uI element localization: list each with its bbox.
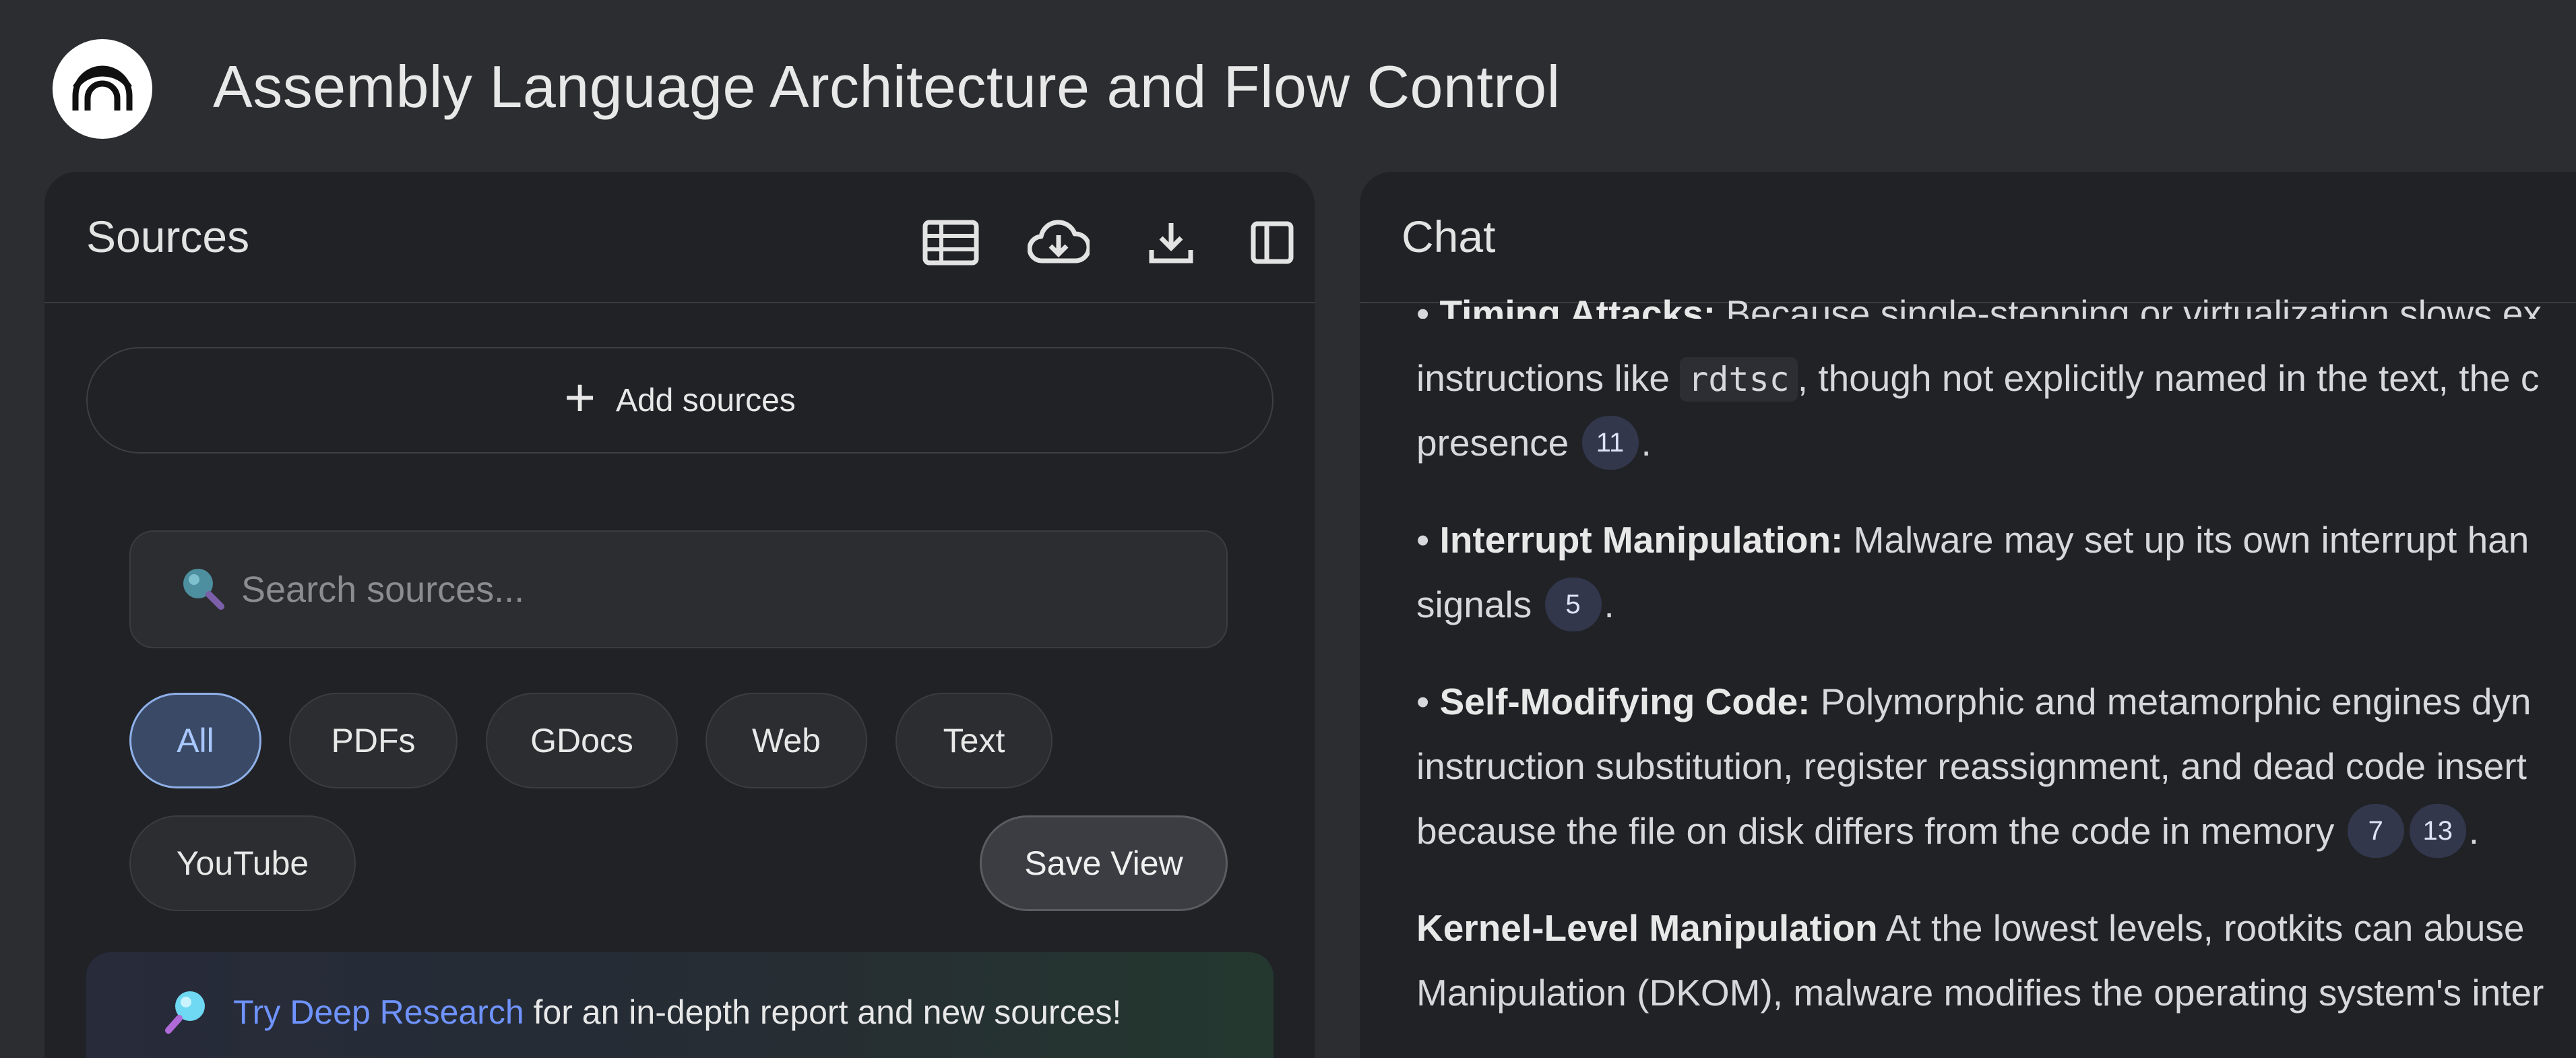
add-sources-button[interactable]: + Add sources xyxy=(86,347,1274,454)
chat-panel: Chat • Timing Attacks: Because single-st… xyxy=(1360,172,2576,1058)
add-sources-label: Add sources xyxy=(615,382,796,418)
chat-text: At the lowest levels, rootkits can abuse xyxy=(1877,907,2525,949)
chat-line: signals 5. xyxy=(1416,572,2576,637)
bullet: • xyxy=(1416,681,1430,722)
sources-header: Sources xyxy=(44,172,1315,303)
filter-chip-gdocs[interactable]: GDocs xyxy=(486,693,678,788)
bold-term: Kernel-Level Manipulation xyxy=(1416,907,1878,949)
filter-chip-label: All xyxy=(177,722,214,759)
filter-chip-youtube[interactable]: YouTube xyxy=(129,815,356,911)
save-view-button[interactable]: Save View xyxy=(980,815,1228,911)
chat-line: instructions like rdtsc, though not expl… xyxy=(1416,346,2576,410)
filter-chip-label: Text xyxy=(943,722,1005,759)
top-bar: Assembly Language Architecture and Flow … xyxy=(0,0,2576,172)
period: . xyxy=(2468,810,2479,852)
inline-code: rdtsc xyxy=(1680,357,1798,402)
chat-line: presence 11. xyxy=(1416,410,2576,475)
citation-chip[interactable]: 7 xyxy=(2347,804,2404,859)
chat-line: • Self-Modifying Code: Polymorphic and m… xyxy=(1416,669,2576,734)
deep-research-description: for an in-depth report and new sources! xyxy=(524,993,1122,1031)
table-icon[interactable] xyxy=(917,209,984,276)
plus-icon: + xyxy=(564,367,596,427)
bullet: • xyxy=(1416,292,1430,319)
notebook-logo-icon[interactable] xyxy=(53,39,152,139)
period: . xyxy=(1641,422,1652,464)
magnifier-icon xyxy=(162,985,213,1039)
save-view-label: Save View xyxy=(1024,844,1183,882)
chat-line: instruction substitution, register reass… xyxy=(1416,734,2576,799)
chat-line: • Timing Attacks: Because single-steppin… xyxy=(1416,284,2576,319)
citation-chip[interactable]: 13 xyxy=(2409,804,2466,859)
chat-text: Polymorphic and metamorphic engines dyn xyxy=(1810,681,2532,722)
chat-text: Manipulation (DKOM), malware modifies th… xyxy=(1416,972,2544,1014)
filter-chip-all[interactable]: All xyxy=(129,693,261,788)
deep-research-text: Try Deep Research for an in-depth report… xyxy=(233,993,1121,1032)
filter-chip-label: PDFs xyxy=(331,722,416,759)
deep-research-link[interactable]: Try Deep Research xyxy=(233,993,524,1031)
chat-text: Malware may set up its own interrupt han xyxy=(1843,519,2530,561)
bold-term: Timing Attacks: xyxy=(1439,292,1716,319)
cloud-download-icon[interactable] xyxy=(1025,209,1092,276)
chat-text: because the file on disk differs from th… xyxy=(1416,810,2335,852)
notebook-title[interactable]: Assembly Language Architecture and Flow … xyxy=(213,53,1561,121)
chat-line: Kernel-Level Manipulation At the lowest … xyxy=(1416,896,2576,960)
chat-line: Manipulation (DKOM), malware modifies th… xyxy=(1416,960,2576,1025)
chat-message: • Timing Attacks: Because single-steppin… xyxy=(1416,292,2576,1025)
filter-chip-label: GDocs xyxy=(530,722,633,759)
sidebar-collapse-icon[interactable] xyxy=(1238,209,1306,276)
search-box[interactable] xyxy=(129,530,1228,648)
filter-chip-label: Web xyxy=(752,722,821,759)
filter-chip-label: YouTube xyxy=(176,844,309,882)
chat-text: , though not explicitly named in the tex… xyxy=(1797,357,2540,399)
chat-text: presence xyxy=(1416,422,1569,464)
download-icon[interactable] xyxy=(1137,209,1205,276)
filter-chip-text[interactable]: Text xyxy=(896,693,1053,788)
chat-line: • Interrupt Manipulation: Malware may se… xyxy=(1416,507,2576,572)
citation-chip[interactable]: 11 xyxy=(1581,416,1639,470)
bullet: • xyxy=(1416,519,1430,561)
filter-chip-pdfs[interactable]: PDFs xyxy=(289,693,458,788)
chat-text: instructions like xyxy=(1416,357,1680,399)
sources-panel: Sources + Add sources Search sources... … xyxy=(44,172,1315,1058)
period: . xyxy=(1604,584,1614,625)
chat-text: Because single-stepping or virtualizatio… xyxy=(1716,292,2542,319)
chat-title: Chat xyxy=(1402,212,1496,261)
filter-chip-web[interactable]: Web xyxy=(705,693,867,788)
chat-text: instruction substitution, register reass… xyxy=(1416,745,2527,787)
bold-term: Self-Modifying Code: xyxy=(1439,681,1811,722)
citation-chip[interactable]: 5 xyxy=(1544,578,1602,632)
deep-research-banner: Try Deep Research for an in-depth report… xyxy=(86,952,1274,1058)
chat-line: because the file on disk differs from th… xyxy=(1416,799,2576,863)
search-icon xyxy=(178,563,226,615)
bold-term: Interrupt Manipulation: xyxy=(1439,519,1844,561)
sources-title: Sources xyxy=(86,212,250,261)
chat-text: signals xyxy=(1416,584,1532,625)
search-input[interactable] xyxy=(241,568,1185,611)
